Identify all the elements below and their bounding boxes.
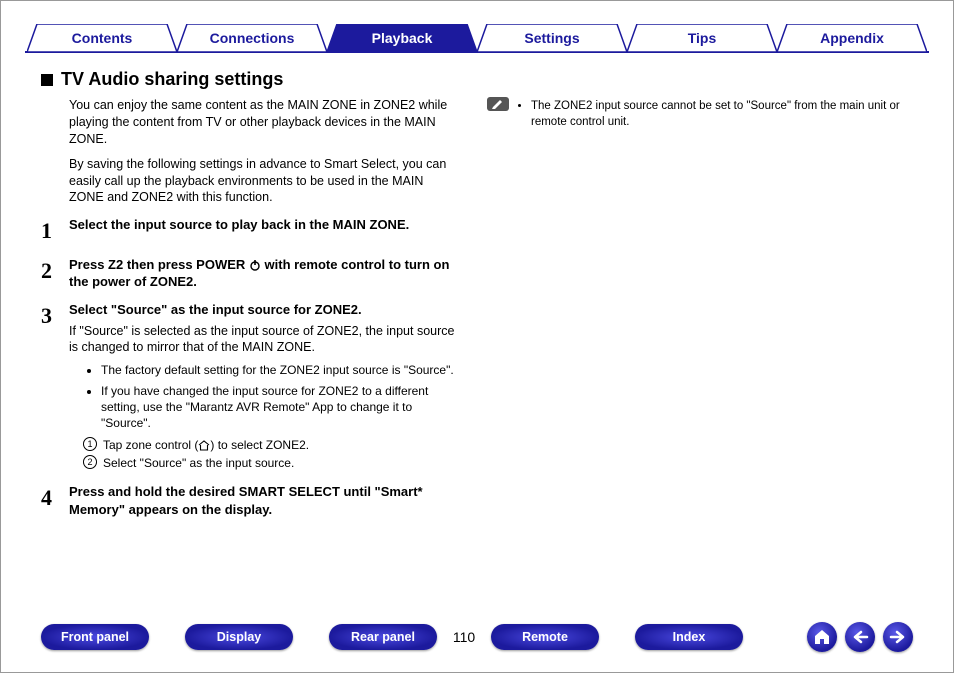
step-2-number: 2 (41, 256, 69, 291)
bottom-bar: Front panel Display Rear panel 110 Remot… (41, 620, 913, 654)
step-2-title-pre: Press Z2 then press POWER (69, 257, 249, 272)
step-2-title: Press Z2 then press POWER with remote co… (69, 256, 455, 291)
step-4-number: 4 (41, 483, 69, 518)
tab-contents-label: Contents (72, 30, 133, 46)
home-nav-icon (813, 629, 831, 645)
home-button[interactable] (807, 622, 837, 652)
step-4: 4 Press and hold the desired SMART SELEC… (41, 483, 455, 518)
page-number: 110 (437, 629, 491, 645)
tab-connections-label: Connections (210, 30, 295, 46)
step-3-bullet-1: The factory default setting for the ZONE… (101, 362, 455, 378)
remote-button[interactable]: Remote (491, 624, 599, 650)
prev-page-button[interactable] (845, 622, 875, 652)
substep-2-number: 2 (83, 455, 97, 469)
substep-2-text: Select "Source" as the input source. (103, 455, 294, 471)
intro-2: By saving the following settings in adva… (69, 156, 455, 207)
tab-settings-label: Settings (524, 30, 579, 46)
note-block: The ZONE2 input source cannot be set to … (487, 97, 913, 130)
arrow-left-icon (851, 630, 869, 644)
arrow-right-icon (889, 630, 907, 644)
step-3-title: Select "Source" as the input source for … (69, 301, 455, 319)
front-panel-button[interactable]: Front panel (41, 624, 149, 650)
step-3: 3 Select "Source" as the input source fo… (41, 301, 455, 473)
substep-1-number: 1 (83, 437, 97, 451)
tab-tips[interactable]: Tips (627, 24, 777, 52)
step-3-number: 3 (41, 301, 69, 473)
step-3-desc: If "Source" is selected as the input sou… (69, 323, 455, 357)
display-button[interactable]: Display (185, 624, 293, 650)
top-nav: Contents Connections Playback Settings T… (25, 23, 929, 53)
section-title: TV Audio sharing settings (61, 69, 283, 90)
step-1-number: 1 (41, 216, 69, 246)
tab-playback-label: Playback (372, 30, 433, 46)
home-icon (198, 440, 210, 451)
rear-panel-button[interactable]: Rear panel (329, 624, 437, 650)
pencil-icon (487, 97, 509, 111)
tab-contents[interactable]: Contents (27, 24, 177, 52)
step-4-title: Press and hold the desired SMART SELECT … (69, 483, 455, 518)
tab-appendix-label: Appendix (820, 30, 884, 46)
tab-appendix[interactable]: Appendix (777, 24, 927, 52)
tab-settings[interactable]: Settings (477, 24, 627, 52)
substep-1-text: Tap zone control () to select ZONE2. (103, 437, 309, 453)
tab-tips-label: Tips (688, 30, 717, 46)
step-1-title: Select the input source to play back in … (69, 216, 455, 234)
index-button[interactable]: Index (635, 624, 743, 650)
step-1: 1 Select the input source to play back i… (41, 216, 455, 246)
tab-connections[interactable]: Connections (177, 24, 327, 52)
next-page-button[interactable] (883, 622, 913, 652)
left-column: You can enjoy the same content as the MA… (41, 97, 471, 582)
note-text: The ZONE2 input source cannot be set to … (531, 99, 913, 130)
section-heading: TV Audio sharing settings (41, 69, 283, 90)
tab-playback[interactable]: Playback (327, 24, 477, 52)
intro-1: You can enjoy the same content as the MA… (69, 97, 455, 148)
step-2: 2 Press Z2 then press POWER with remote … (41, 256, 455, 291)
power-icon (249, 259, 261, 271)
right-column: The ZONE2 input source cannot be set to … (471, 97, 913, 582)
step-3-bullet-2: If you have changed the input source for… (101, 383, 455, 432)
bullet-square-icon (41, 74, 53, 86)
